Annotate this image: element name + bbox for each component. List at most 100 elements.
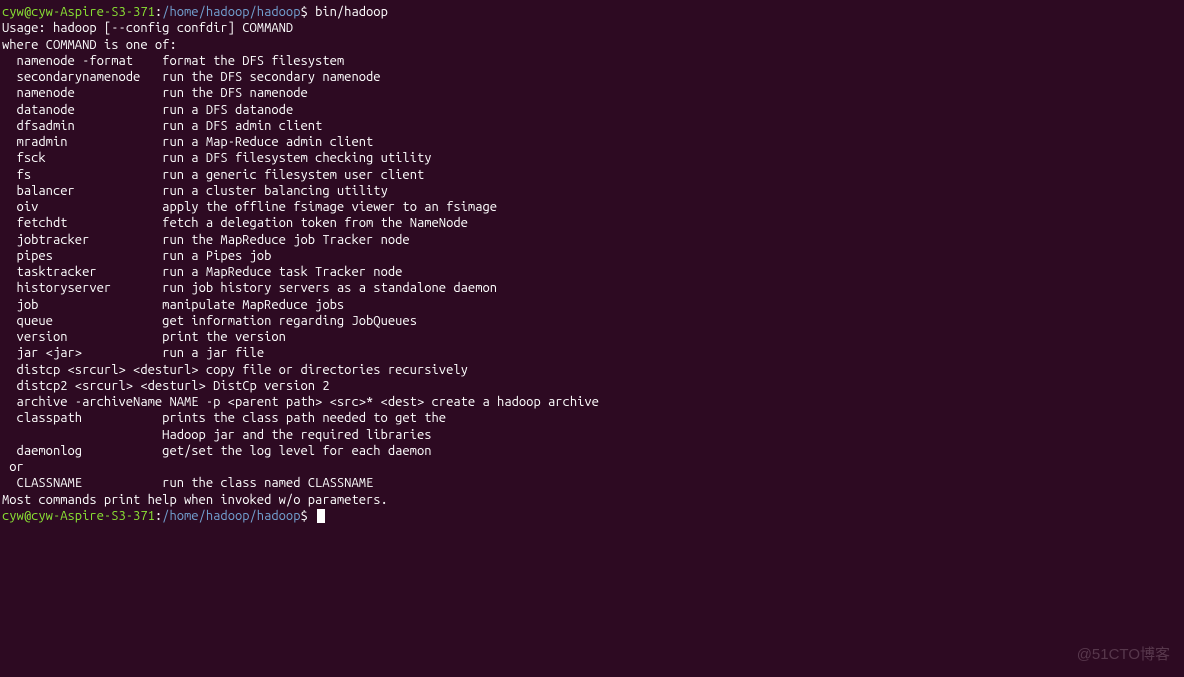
command-row: historyserver run job history servers as… — [2, 280, 1182, 296]
command-pad — [31, 168, 162, 182]
command-desc: run a DFS admin client — [162, 119, 322, 133]
distcp2-line: distcp2 <srcurl> <desturl> DistCp versio… — [2, 378, 1182, 394]
command-pad — [133, 54, 162, 68]
command-desc: run a cluster balancing utility — [162, 184, 388, 198]
command-desc: run a DFS filesystem checking utility — [162, 151, 431, 165]
command-pad — [68, 330, 163, 344]
prompt-path: /home/hadoop/hadoop — [162, 509, 300, 523]
command-pad — [97, 265, 163, 279]
prompt-path: /home/hadoop/hadoop — [162, 5, 300, 19]
command-row: namenode -format format the DFS filesyst… — [2, 53, 1182, 69]
command-input: bin/hadoop — [315, 5, 388, 19]
prompt-symbol: $ — [301, 5, 316, 19]
command-name: namenode -format — [2, 54, 133, 68]
command-name: balancer — [2, 184, 75, 198]
cursor-icon — [317, 509, 325, 523]
usage-line: Usage: hadoop [--config confdir] COMMAND — [2, 20, 1182, 36]
daemonlog-line: daemonlog get/set the log level for each… — [2, 443, 1182, 459]
command-name: datanode — [2, 103, 75, 117]
command-desc: apply the offline fsimage viewer to an f… — [162, 200, 497, 214]
command-row: fetchdt fetch a delegation token from th… — [2, 215, 1182, 231]
command-pad — [75, 86, 162, 100]
command-name: jar <jar> — [2, 346, 82, 360]
command-desc: fetch a delegation token from the NameNo… — [162, 216, 468, 230]
command-row: jar <jar> run a jar file — [2, 345, 1182, 361]
command-pad — [89, 233, 162, 247]
command-row: tasktracker run a MapReduce task Tracker… — [2, 264, 1182, 280]
command-desc: run job history servers as a standalone … — [162, 281, 497, 295]
command-pad — [46, 151, 162, 165]
where-line: where COMMAND is one of: — [2, 37, 1182, 53]
command-name: fs — [2, 168, 31, 182]
prompt-line-2[interactable]: cyw@cyw-Aspire-S3-371:/home/hadoop/hadoo… — [2, 508, 1182, 524]
classname-line: CLASSNAME run the class named CLASSNAME — [2, 475, 1182, 491]
command-desc: run a jar file — [162, 346, 264, 360]
command-row: namenode run the DFS namenode — [2, 85, 1182, 101]
command-name: mradmin — [2, 135, 68, 149]
archive-line: archive -archiveName NAME -p <parent pat… — [2, 394, 1182, 410]
command-pad — [38, 200, 162, 214]
command-name: namenode — [2, 86, 75, 100]
prompt-user: cyw@cyw-Aspire-S3-371 — [2, 509, 155, 523]
command-row: oiv apply the offline fsimage viewer to … — [2, 199, 1182, 215]
command-pad — [140, 70, 162, 84]
command-row: job manipulate MapReduce jobs — [2, 297, 1182, 313]
command-name: historyserver — [2, 281, 111, 295]
command-row: dfsadmin run a DFS admin client — [2, 118, 1182, 134]
command-row: queue get information regarding JobQueue… — [2, 313, 1182, 329]
watermark: @51CTO博客 — [1077, 646, 1170, 665]
command-desc: run a DFS datanode — [162, 103, 293, 117]
command-pad — [75, 184, 162, 198]
or-line: or — [2, 459, 1182, 475]
command-desc: run the MapReduce job Tracker node — [162, 233, 410, 247]
command-name: fsck — [2, 151, 46, 165]
distcp-line: distcp <srcurl> <desturl> copy file or d… — [2, 362, 1182, 378]
command-name: queue — [2, 314, 53, 328]
command-desc: print the version — [162, 330, 286, 344]
command-desc: run a MapReduce task Tracker node — [162, 265, 402, 279]
command-name: jobtracker — [2, 233, 89, 247]
command-desc: manipulate MapReduce jobs — [162, 298, 344, 312]
command-row: jobtracker run the MapReduce job Tracker… — [2, 232, 1182, 248]
prompt-line-1: cyw@cyw-Aspire-S3-371:/home/hadoop/hadoo… — [2, 4, 1182, 20]
command-name: oiv — [2, 200, 38, 214]
prompt-symbol: $ — [301, 509, 316, 523]
command-desc: run a Map-Reduce admin client — [162, 135, 373, 149]
command-pad — [111, 281, 162, 295]
command-pad — [53, 249, 162, 263]
terminal-output[interactable]: cyw@cyw-Aspire-S3-371:/home/hadoop/hadoo… — [2, 4, 1182, 524]
command-row: version print the version — [2, 329, 1182, 345]
command-desc: run a generic filesystem user client — [162, 168, 424, 182]
command-row: secondarynamenode run the DFS secondary … — [2, 69, 1182, 85]
command-name: fetchdt — [2, 216, 68, 230]
command-desc: run the DFS namenode — [162, 86, 308, 100]
command-name: tasktracker — [2, 265, 97, 279]
footer-line: Most commands print help when invoked w/… — [2, 492, 1182, 508]
command-desc: run a Pipes job — [162, 249, 271, 263]
command-pad — [75, 119, 162, 133]
command-desc: get information regarding JobQueues — [162, 314, 417, 328]
command-name: version — [2, 330, 68, 344]
command-name: job — [2, 298, 38, 312]
command-row: mradmin run a Map-Reduce admin client — [2, 134, 1182, 150]
command-pad — [68, 135, 163, 149]
command-row: fsck run a DFS filesystem checking utili… — [2, 150, 1182, 166]
prompt-user: cyw@cyw-Aspire-S3-371 — [2, 5, 155, 19]
command-desc: format the DFS filesystem — [162, 54, 344, 68]
command-name: pipes — [2, 249, 53, 263]
command-row: datanode run a DFS datanode — [2, 102, 1182, 118]
command-row: pipes run a Pipes job — [2, 248, 1182, 264]
commands-list: namenode -format format the DFS filesyst… — [2, 53, 1182, 362]
command-pad — [53, 314, 162, 328]
command-pad — [68, 216, 163, 230]
classpath-line-1: classpath prints the class path needed t… — [2, 410, 1182, 426]
command-row: fs run a generic filesystem user client — [2, 167, 1182, 183]
classpath-line-2: Hadoop jar and the required libraries — [2, 427, 1182, 443]
command-name: secondarynamenode — [2, 70, 140, 84]
command-desc: run the DFS secondary namenode — [162, 70, 380, 84]
command-row: balancer run a cluster balancing utility — [2, 183, 1182, 199]
command-name: dfsadmin — [2, 119, 75, 133]
command-pad — [82, 346, 162, 360]
command-pad — [38, 298, 162, 312]
command-pad — [75, 103, 162, 117]
